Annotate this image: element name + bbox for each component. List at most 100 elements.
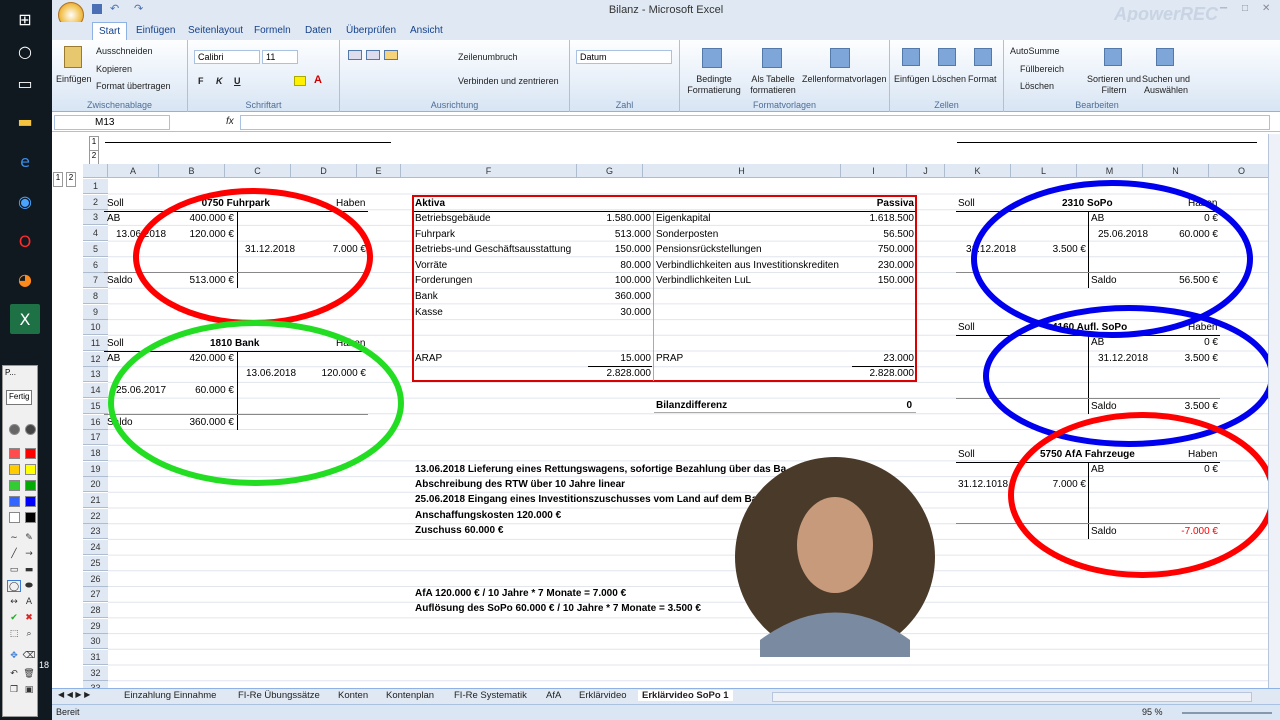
row-header[interactable]: 9: [83, 304, 108, 320]
cancel-icon[interactable]: ✖: [22, 612, 36, 624]
row-header[interactable]: 18: [83, 445, 108, 461]
row-header[interactable]: 29: [83, 618, 108, 634]
delete-cells-icon[interactable]: [938, 48, 956, 66]
column-header[interactable]: G: [577, 164, 643, 178]
sort-filter-button[interactable]: Sortieren und Filtern: [1086, 74, 1142, 96]
column-header[interactable]: D: [291, 164, 357, 178]
pen-size-icon[interactable]: [9, 424, 20, 435]
sort-filter-icon[interactable]: [1104, 48, 1122, 66]
column-header[interactable]: E: [357, 164, 401, 178]
tab-start[interactable]: Start: [92, 22, 128, 40]
column-header[interactable]: J: [907, 164, 945, 178]
column-header[interactable]: I: [841, 164, 907, 178]
confirm-icon[interactable]: ✔: [7, 612, 21, 624]
row-header[interactable]: 4: [83, 226, 108, 242]
autosum-button[interactable]: AutoSumme: [1010, 46, 1060, 56]
row-header[interactable]: 17: [83, 430, 108, 446]
cell-styles-icon[interactable]: [830, 48, 850, 68]
sheet-tab-erklaervideo-sopo[interactable]: Erklärvideo SoPo 1: [638, 690, 733, 701]
cortana-icon[interactable]: ○: [10, 36, 40, 66]
close-icon[interactable]: ✕: [1262, 3, 1270, 14]
color-swatch-yellow[interactable]: [25, 464, 36, 475]
conditional-format-icon[interactable]: [702, 48, 722, 68]
row-outline-level-2[interactable]: 2: [66, 172, 76, 187]
horizontal-scrollbar[interactable]: [772, 692, 1252, 702]
row-outline-level-1[interactable]: 1: [53, 172, 63, 187]
tab-data[interactable]: Daten: [305, 25, 332, 36]
row-header[interactable]: 3: [83, 210, 108, 226]
minimize-icon[interactable]: ─: [1220, 3, 1227, 14]
zoom-slider[interactable]: [1182, 712, 1272, 714]
copy-icon[interactable]: ❐: [7, 684, 21, 696]
row-header[interactable]: 25: [83, 555, 108, 571]
merge-center-button[interactable]: Verbinden und zentrieren: [458, 76, 559, 86]
column-header[interactable]: O: [1209, 164, 1275, 178]
row-header[interactable]: 31: [83, 650, 108, 665]
find-select-button[interactable]: Suchen und Auswählen: [1140, 74, 1192, 96]
row-header[interactable]: 5: [83, 241, 108, 257]
zoom-level[interactable]: 95 %: [1142, 707, 1163, 717]
pencil-tool-icon[interactable]: ✎: [22, 532, 36, 544]
column-header[interactable]: K: [945, 164, 1011, 178]
sheet-tab-uebungssaetze[interactable]: FI-Re Übungssätze: [238, 690, 320, 701]
row-header[interactable]: 32: [83, 665, 108, 681]
delete-cells-button[interactable]: Löschen: [932, 74, 966, 84]
column-header[interactable]: F: [401, 164, 577, 178]
column-header[interactable]: N: [1143, 164, 1209, 178]
column-header[interactable]: B: [159, 164, 225, 178]
sheet-tab-afa[interactable]: AfA: [546, 690, 561, 701]
format-painter-button[interactable]: Format übertragen: [96, 81, 171, 91]
font-color-icon[interactable]: A: [314, 74, 322, 86]
row-header[interactable]: 6: [83, 257, 108, 273]
column-header[interactable]: M: [1077, 164, 1143, 178]
outline-level-1[interactable]: 1: [89, 136, 99, 151]
format-as-table-icon[interactable]: [762, 48, 782, 68]
eraser-icon[interactable]: ⌫: [22, 650, 36, 662]
color-swatch-white[interactable]: [9, 512, 20, 523]
sheet-tab-kontenplan[interactable]: Kontenplan: [386, 690, 434, 701]
save-icon[interactable]: ▣: [22, 684, 36, 696]
done-button[interactable]: Fertig: [6, 390, 33, 405]
maximize-icon[interactable]: □: [1242, 3, 1248, 14]
filled-ellipse-tool-icon[interactable]: ⬬: [22, 580, 36, 592]
column-header[interactable]: C: [225, 164, 291, 178]
row-header[interactable]: 11: [83, 336, 108, 351]
tab-page-layout[interactable]: Seitenlayout: [188, 25, 243, 36]
tab-insert[interactable]: Einfügen: [136, 25, 175, 36]
rectangle-tool-icon[interactable]: ▭: [7, 564, 21, 576]
row-header[interactable]: 21: [83, 493, 108, 508]
move-tool-icon[interactable]: ✥: [7, 650, 21, 662]
fx-icon[interactable]: fx: [226, 116, 234, 127]
fill-color-icon[interactable]: [294, 76, 306, 86]
wrap-text-button[interactable]: Zeilenumbruch: [458, 52, 518, 62]
color-swatch-red[interactable]: [25, 448, 36, 459]
number-format-select[interactable]: Datum: [576, 50, 672, 64]
zoom-tool-icon[interactable]: ⌕: [22, 628, 36, 640]
color-swatch-blue[interactable]: [25, 496, 36, 507]
firefox-icon[interactable]: ◕: [10, 264, 40, 294]
select-tool-icon[interactable]: ⬚: [7, 628, 21, 640]
select-all-corner[interactable]: [83, 164, 108, 178]
windows-start-icon[interactable]: ⊞: [10, 4, 40, 34]
font-size-select[interactable]: 11: [262, 50, 298, 64]
row-header[interactable]: 23: [83, 524, 108, 540]
file-explorer-icon[interactable]: ▬: [10, 106, 40, 136]
vertical-scrollbar[interactable]: [1268, 134, 1280, 688]
insert-cells-icon[interactable]: [902, 48, 920, 66]
row-header[interactable]: 8: [83, 288, 108, 304]
color-swatch-green[interactable]: [25, 480, 36, 491]
row-header[interactable]: 28: [83, 602, 108, 618]
sheet-nav-icon[interactable]: ◀ ◀ ▶ ▶: [58, 690, 90, 699]
task-view-icon[interactable]: ▭: [10, 68, 40, 98]
row-header[interactable]: 27: [83, 587, 108, 603]
sheet-tab-systematik[interactable]: FI-Re Systematik: [454, 690, 527, 701]
pen-size-large-icon[interactable]: [25, 424, 36, 435]
row-header[interactable]: 20: [83, 477, 108, 493]
format-as-table-button[interactable]: Als Tabelle formatieren: [746, 74, 800, 96]
row-header[interactable]: 16: [83, 414, 108, 430]
tab-review[interactable]: Überprüfen: [346, 25, 396, 36]
sheet-tab-konten[interactable]: Konten: [338, 690, 368, 701]
row-header[interactable]: 10: [83, 320, 108, 336]
row-header[interactable]: 12: [83, 351, 108, 367]
column-header[interactable]: A: [108, 164, 159, 178]
